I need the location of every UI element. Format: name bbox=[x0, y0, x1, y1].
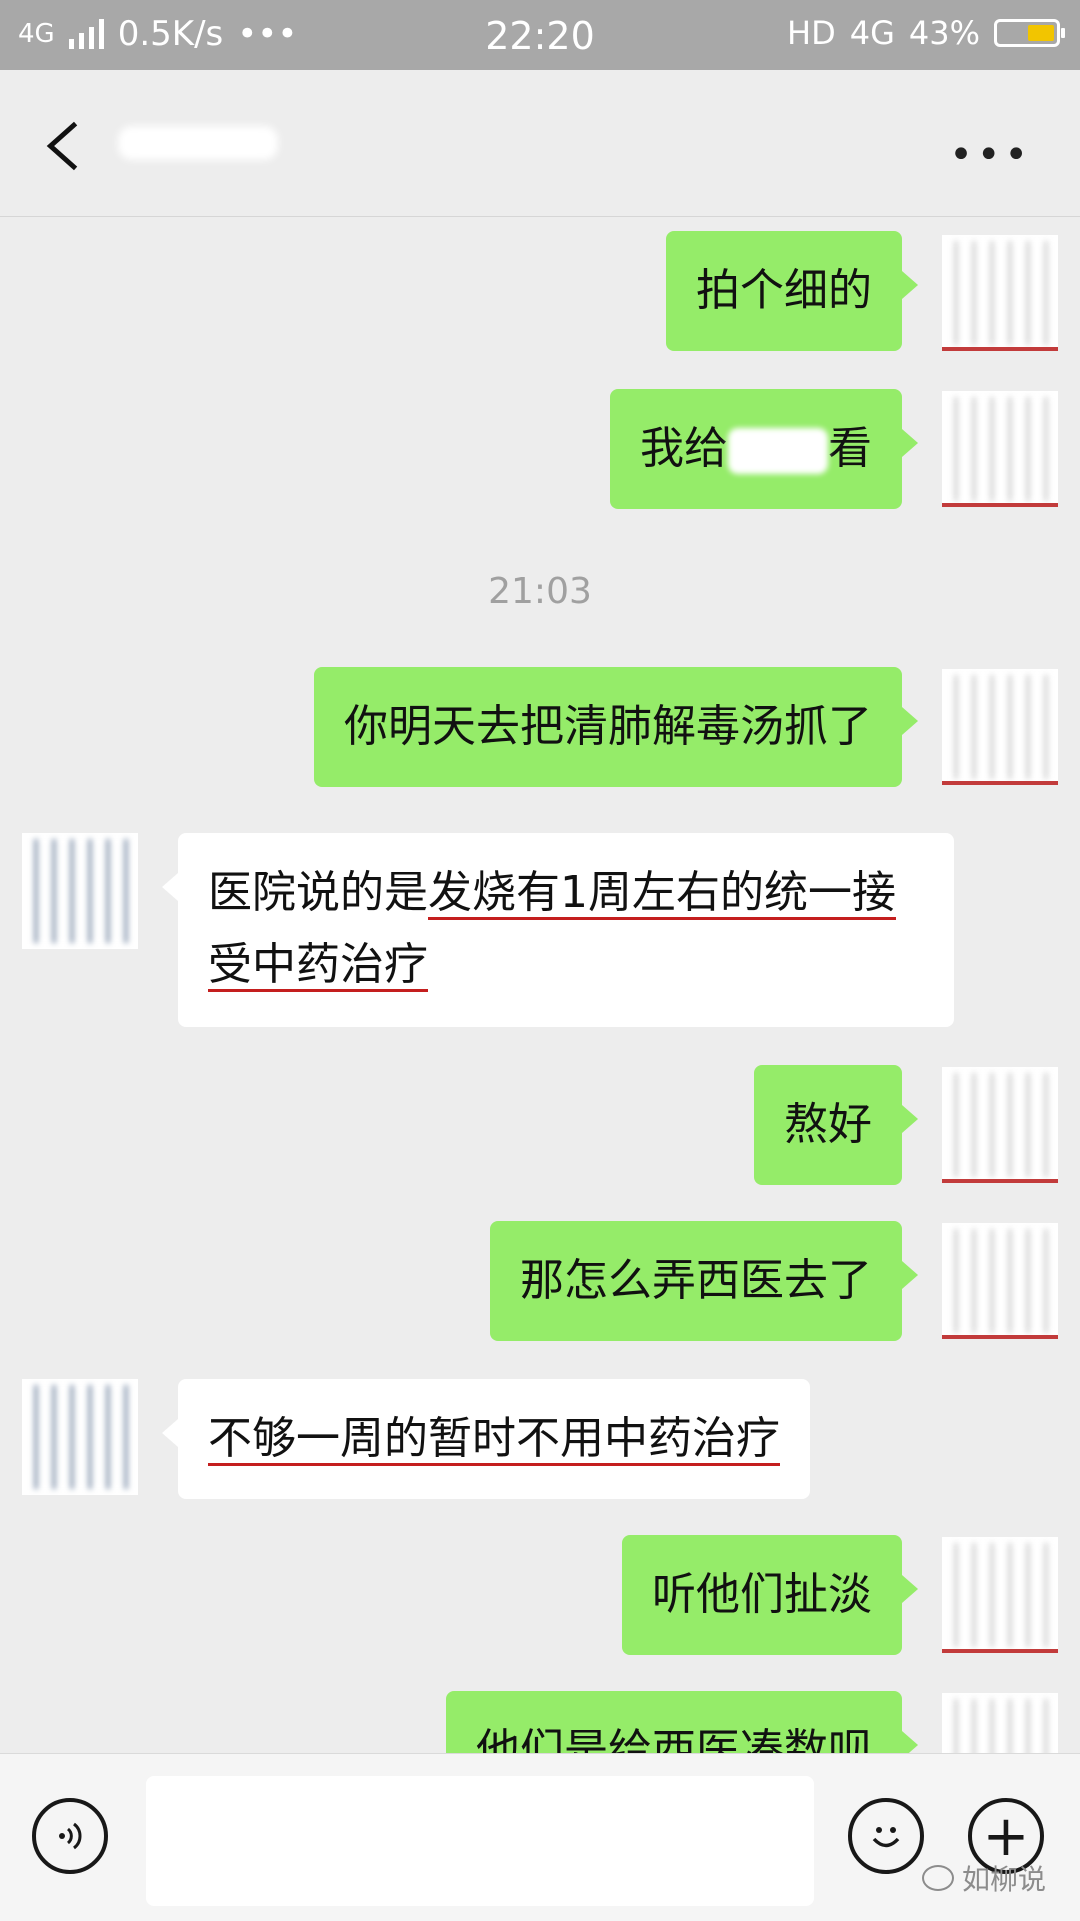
message-text: 他们是给西医凑数呗 bbox=[476, 1725, 872, 1753]
message-bubble[interactable]: 我给 看 bbox=[610, 389, 918, 509]
message-text: 你明天去把清肺解毒汤抓了 bbox=[344, 701, 872, 752]
message-bubble[interactable]: 他们是给西医凑数呗 bbox=[446, 1691, 918, 1753]
redacted-contact-name bbox=[118, 126, 278, 160]
avatar[interactable] bbox=[942, 1693, 1058, 1753]
avatar[interactable] bbox=[22, 833, 138, 949]
avatar[interactable] bbox=[942, 1223, 1058, 1339]
input-bar: + 如柳说 bbox=[0, 1753, 1080, 1921]
message-input[interactable] bbox=[146, 1776, 814, 1906]
chat-title bbox=[118, 118, 278, 164]
avatar[interactable] bbox=[942, 1537, 1058, 1653]
voice-button[interactable] bbox=[32, 1798, 108, 1874]
message-bubble[interactable]: 医院说的是发烧有1周左右的统一接受中药治疗 bbox=[162, 833, 954, 1027]
battery-icon bbox=[994, 19, 1065, 47]
hd-label: HD bbox=[787, 14, 836, 52]
message-text: 拍个细的 bbox=[696, 265, 872, 316]
wechat-icon bbox=[921, 1865, 954, 1891]
message-text: 医院说的是 bbox=[208, 867, 428, 918]
avatar[interactable] bbox=[942, 391, 1058, 507]
watermark: 如柳说 bbox=[921, 1858, 1046, 1898]
more-button[interactable]: ••• bbox=[949, 132, 1032, 178]
message-text: 我给 bbox=[640, 423, 728, 474]
message-text: 那怎么弄西医去了 bbox=[520, 1255, 872, 1306]
battery-percent: 43% bbox=[908, 14, 980, 52]
redacted-text bbox=[728, 428, 828, 474]
back-button[interactable] bbox=[40, 118, 86, 171]
message-bubble[interactable]: 听他们扯淡 bbox=[622, 1535, 918, 1655]
chat-history[interactable]: 拍个细的 我给 看 21:03 你明天去把清肺解毒汤抓了 医院说的是发烧有1周左右… bbox=[0, 217, 1080, 1753]
message-bubble[interactable]: 不够一周的暂时不用中药治疗 bbox=[162, 1379, 810, 1499]
chat-header: ••• bbox=[0, 70, 1080, 217]
watermark-text: 如柳说 bbox=[961, 1863, 1046, 1896]
avatar[interactable] bbox=[22, 1379, 138, 1495]
voice-icon bbox=[59, 1822, 82, 1850]
message-text: 熬好 bbox=[784, 1099, 872, 1150]
chevron-left-icon bbox=[46, 121, 78, 171]
message-text: 听他们扯淡 bbox=[652, 1569, 872, 1620]
avatar[interactable] bbox=[942, 235, 1058, 351]
network-type-right: 4G bbox=[849, 14, 895, 52]
message-bubble[interactable]: 拍个细的 bbox=[666, 231, 918, 351]
avatar[interactable] bbox=[942, 669, 1058, 785]
avatar[interactable] bbox=[942, 1067, 1058, 1183]
message-bubble[interactable]: 熬好 bbox=[754, 1065, 918, 1185]
emoji-icon bbox=[872, 1827, 900, 1848]
message-bubble[interactable]: 那怎么弄西医去了 bbox=[490, 1221, 918, 1341]
emoji-button[interactable] bbox=[848, 1798, 924, 1874]
status-bar: 4G 0.5K/s ••• 22:20 HD 4G 43% bbox=[0, 0, 1080, 70]
message-underlined-text: 不够一周的暂时不用中药治疗 bbox=[208, 1413, 780, 1464]
time-divider: 21:03 bbox=[488, 571, 592, 612]
message-text: 看 bbox=[828, 423, 872, 474]
message-bubble[interactable]: 你明天去把清肺解毒汤抓了 bbox=[314, 667, 918, 787]
